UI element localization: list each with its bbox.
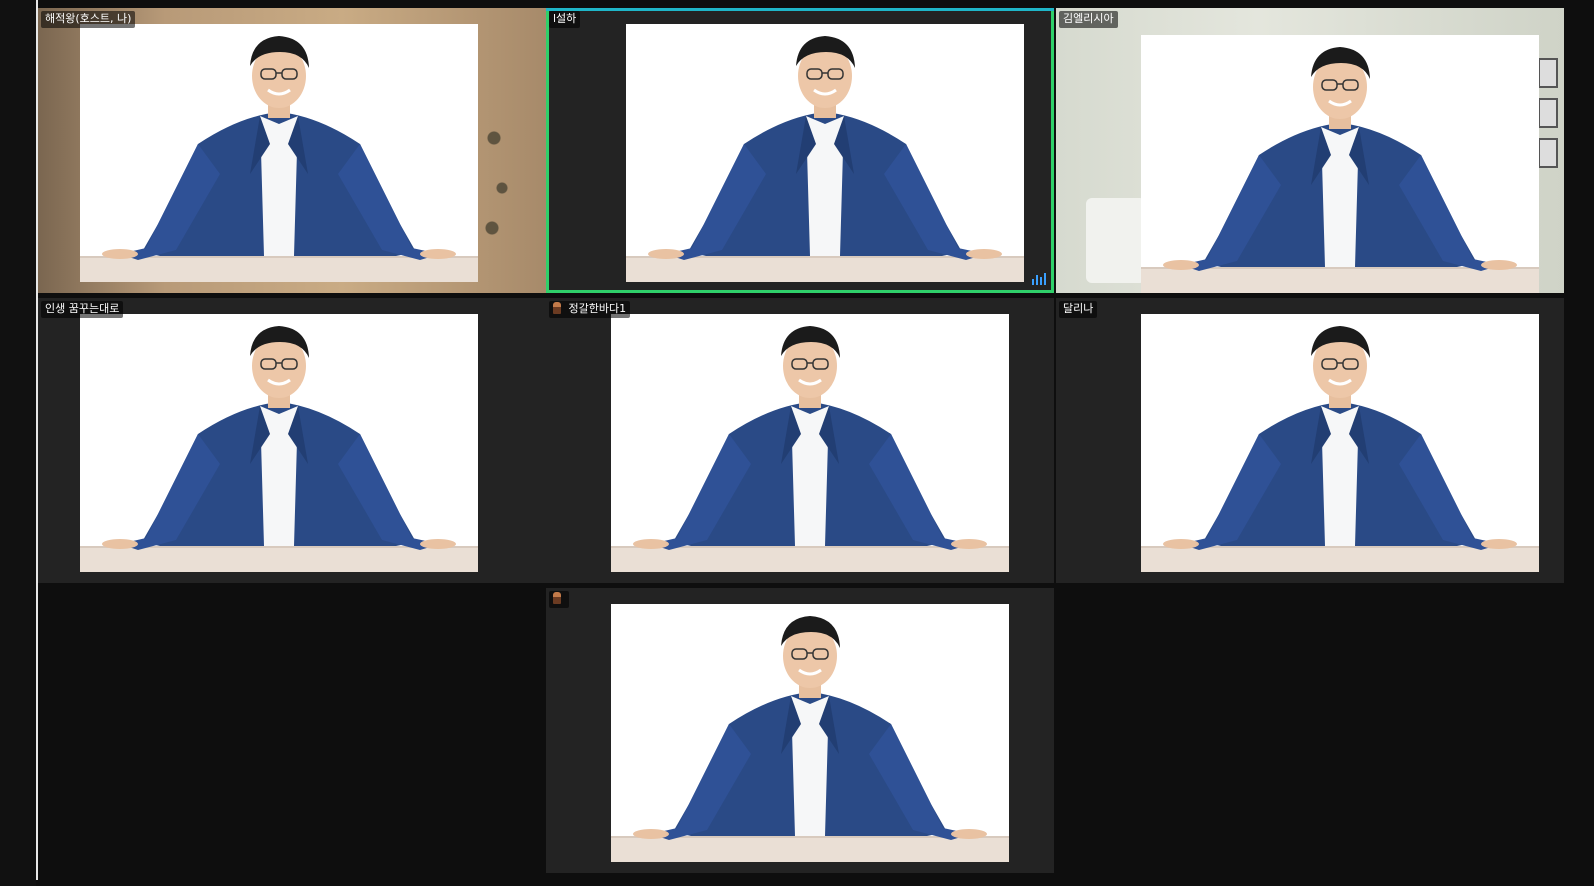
- participant-tile-7[interactable]: [546, 588, 1054, 873]
- participant-video: [626, 24, 1024, 282]
- participant-name-label: 김엘리시아: [1059, 11, 1118, 28]
- participant-video: [611, 604, 1009, 862]
- participant-name-label: l설하: [549, 11, 581, 28]
- participant-image: [1141, 45, 1539, 293]
- participant-image: [80, 324, 478, 572]
- background-sofa: [1086, 198, 1146, 283]
- participant-image: [611, 614, 1009, 862]
- participant-video: [80, 24, 478, 282]
- participant-tile-5[interactable]: 정갈한바다1: [546, 298, 1054, 583]
- participant-name: 인생 꿈꾸는대로: [45, 302, 120, 315]
- participant-name: 달리나: [1063, 302, 1094, 315]
- participant-video: [611, 314, 1009, 572]
- participant-name-label: 해적왕(호스트, 나): [41, 11, 136, 28]
- participant-tile-1[interactable]: 해적왕(호스트, 나): [38, 8, 546, 293]
- participant-name-label: 인생 꿈꾸는대로: [41, 301, 124, 318]
- background-frame: [1538, 98, 1558, 128]
- participant-tile-3[interactable]: 김엘리시아: [1056, 8, 1564, 293]
- participant-name: 정갈한바다1: [568, 302, 627, 315]
- participant-image: [626, 34, 1024, 282]
- participant-name-label: 달리나: [1059, 301, 1098, 318]
- participant-name-label: 정갈한바다1: [549, 301, 631, 318]
- gallery-grid: 해적왕(호스트, 나) l설하 김엘리시아 인생 꿈꾸는대로 정갈한바다1 달리…: [38, 8, 1572, 880]
- avatar-mini-icon: [553, 302, 561, 314]
- participant-name: 김엘리시아: [1063, 12, 1114, 25]
- participant-image: [80, 34, 478, 282]
- participant-tile-4[interactable]: 인생 꿈꾸는대로: [38, 298, 546, 583]
- avatar-mini-icon: [553, 592, 561, 604]
- background-frame: [1538, 138, 1558, 168]
- background-plant: [478, 78, 518, 278]
- participant-name: l설하: [553, 12, 577, 25]
- participant-video: [80, 314, 478, 572]
- participant-video: [1141, 314, 1539, 572]
- audio-level-icon: [1032, 273, 1046, 285]
- participant-tile-6[interactable]: 달리나: [1056, 298, 1564, 583]
- participant-image: [1141, 324, 1539, 572]
- participant-name-label: [549, 591, 569, 608]
- participant-image: [611, 324, 1009, 572]
- participant-tile-2[interactable]: l설하: [546, 8, 1054, 293]
- participant-name: 해적왕(호스트, 나): [45, 12, 132, 25]
- background-frame: [1538, 58, 1558, 88]
- participant-video: [1141, 35, 1539, 293]
- left-panel-edge: [0, 0, 36, 886]
